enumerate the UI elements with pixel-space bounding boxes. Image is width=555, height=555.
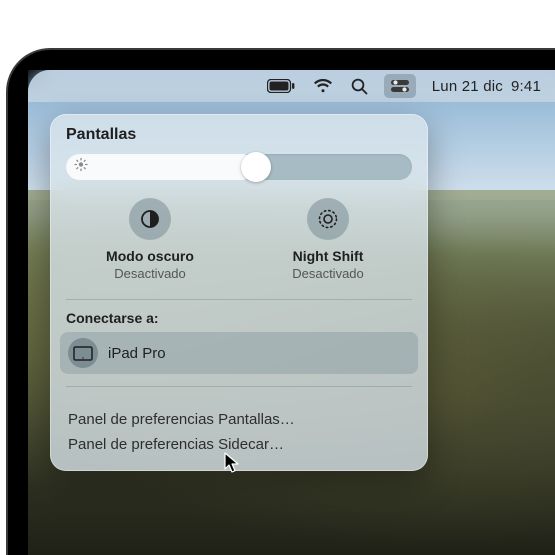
wifi-icon[interactable] — [313, 79, 333, 93]
brightness-slider-fill — [66, 154, 256, 180]
control-center-icon[interactable] — [384, 74, 416, 98]
connect-item-ipad-pro[interactable]: iPad Pro — [60, 332, 418, 374]
ipad-icon — [68, 338, 98, 368]
dark-mode-label: Modo oscuro — [66, 248, 234, 264]
battery-icon[interactable] — [267, 79, 295, 93]
menubar: Lun 21 dic 9:41 — [28, 70, 555, 102]
dark-mode-state: Desactivado — [66, 266, 234, 281]
night-shift-label: Night Shift — [244, 248, 412, 264]
night-shift-state: Desactivado — [244, 266, 412, 281]
sidecar-preferences-link[interactable]: Panel de preferencias Sidecar… — [68, 432, 410, 457]
menubar-clock[interactable]: Lun 21 dic 9:41 — [432, 78, 541, 95]
desktop-screen: Lun 21 dic 9:41 Pantallas — [28, 70, 555, 555]
display-control-panel: Pantallas Modo oscuro Desactivado — [50, 114, 428, 471]
spotlight-search-icon[interactable] — [351, 78, 368, 95]
brightness-low-icon — [74, 158, 88, 177]
dark-mode-icon — [129, 198, 171, 240]
laptop-frame: Lun 21 dic 9:41 Pantallas — [6, 48, 555, 555]
connect-item-label: iPad Pro — [108, 345, 166, 362]
night-shift-toggle[interactable]: Night Shift Desactivado — [244, 198, 412, 281]
brightness-slider-knob[interactable] — [241, 152, 271, 182]
panel-divider — [66, 386, 412, 387]
menubar-date: Lun 21 dic — [432, 78, 503, 95]
menubar-time: 9:41 — [511, 78, 541, 95]
night-shift-icon — [307, 198, 349, 240]
connect-section-label: Conectarse a: — [50, 310, 428, 332]
dark-mode-toggle[interactable]: Modo oscuro Desactivado — [66, 198, 234, 281]
brightness-slider[interactable] — [66, 154, 412, 180]
panel-divider — [66, 299, 412, 300]
display-preferences-link[interactable]: Panel de preferencias Pantallas… — [68, 407, 410, 432]
panel-title: Pantallas — [66, 126, 412, 144]
